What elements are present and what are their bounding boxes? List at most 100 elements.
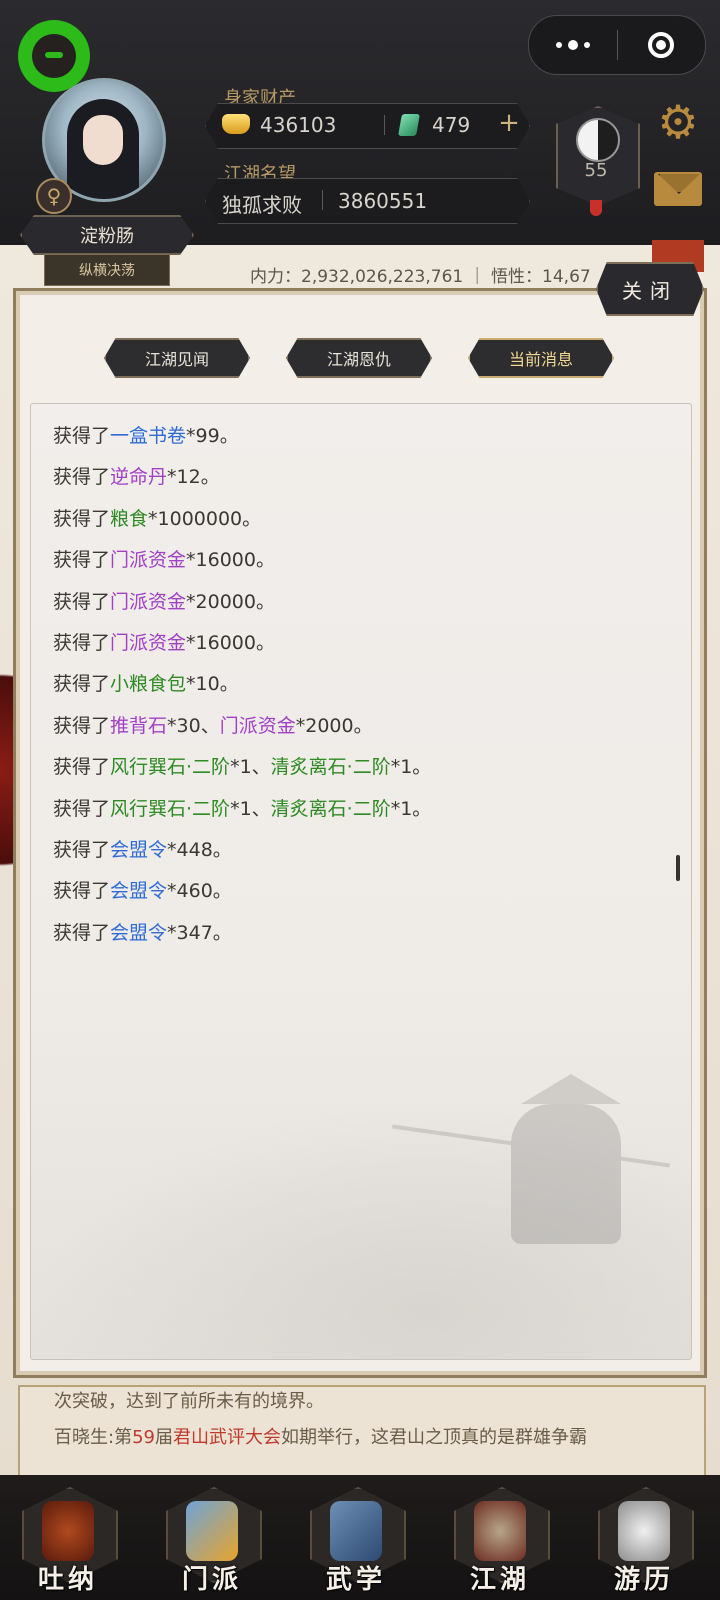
nav-label: 门派 [160, 1559, 264, 1596]
message-text: 获得了 [53, 715, 110, 737]
news-line-1: 次突破，达到了前所未有的境界。 [54, 1387, 324, 1413]
item-name: 推背石 [110, 715, 167, 737]
top-hud: ♀ 身家财产 436103 479 + 江湖名望 独孤求败 3860551 55… [0, 0, 720, 245]
nav-label: 江湖 [448, 1559, 552, 1596]
tassel-icon [590, 200, 602, 216]
stats-line: 内力：2,932,026,223,761 ｜ 悟性：14,67 [250, 262, 591, 287]
wealth-bar [205, 103, 530, 149]
message-text: *460。 [167, 880, 232, 902]
item-name: 会盟令 [110, 922, 167, 944]
message-text: *1。 [391, 756, 432, 778]
gear-icon[interactable]: ⚙ [654, 98, 702, 146]
mail-icon[interactable] [654, 172, 702, 206]
message-item: 获得了风行巽石·二阶*1、清炙离石·二阶*1。 [53, 789, 431, 830]
news-line-2: 百晓生:第59届君山武评大会如期举行，这君山之顶真的是群雄争霸 [54, 1423, 587, 1449]
message-item: 获得了推背石*30、门派资金*2000。 [53, 706, 431, 747]
message-text: *1000000。 [148, 508, 261, 530]
avatar-area[interactable]: ♀ [12, 78, 197, 223]
tab-jianghu-feuds[interactable]: 江湖恩仇 [286, 338, 432, 378]
nav-label: 游历 [592, 1559, 696, 1596]
item-name: 门派资金 [220, 715, 296, 737]
tab-jianghu-news[interactable]: 江湖见闻 [104, 338, 250, 378]
message-text: 获得了 [53, 549, 110, 571]
plus-icon[interactable]: + [496, 110, 522, 136]
message-text: 获得了 [53, 632, 110, 654]
message-text: 获得了 [53, 466, 110, 488]
sect-icon [186, 1501, 238, 1561]
message-item: 获得了会盟令*448。 [53, 830, 431, 871]
message-item: 获得了一盒书卷*99。 [53, 416, 431, 457]
message-text: *448。 [167, 839, 232, 861]
message-list-panel[interactable]: 获得了一盒书卷*99。获得了逆命丹*12。获得了粮食*1000000。获得了门派… [30, 403, 692, 1360]
nav-wuxue[interactable]: 武学 [310, 1487, 402, 1591]
message-item: 获得了门派资金*16000。 [53, 623, 431, 664]
message-text: 获得了 [53, 756, 110, 778]
reputation-divider [322, 190, 323, 210]
message-text: *20000。 [186, 591, 275, 613]
tab-current-messages[interactable]: 当前消息 [468, 338, 614, 378]
message-item: 获得了门派资金*16000。 [53, 540, 431, 581]
reputation-title: 独孤求败 [222, 189, 302, 218]
message-text: *1。 [391, 798, 432, 820]
nav-label: 武学 [304, 1559, 408, 1596]
message-text: *347。 [167, 922, 232, 944]
message-text: *30、 [167, 715, 220, 737]
close-button[interactable]: 关闭 [596, 262, 704, 316]
message-text: *2000。 [296, 715, 373, 737]
item-name: 一盒书卷 [110, 425, 186, 447]
item-name: 风行巽石·二阶 [110, 798, 230, 820]
message-item: 获得了门派资金*20000。 [53, 582, 431, 623]
meditation-icon [42, 1501, 94, 1561]
message-list: 获得了一盒书卷*99。获得了逆命丹*12。获得了粮食*1000000。获得了门派… [53, 416, 431, 954]
more-dots-icon[interactable] [529, 16, 617, 74]
message-text: 获得了 [53, 922, 110, 944]
player-name: 淀粉肠 [20, 215, 194, 255]
item-name: 粮食 [110, 508, 148, 530]
message-item: 获得了逆命丹*12。 [53, 457, 431, 498]
jade-amount: 479 [432, 113, 470, 137]
bottom-nav: 吐纳 门派 武学 江湖 游历 [0, 1475, 720, 1600]
news-ticker: 次突破，达到了前所未有的境界。 百晓生:第59届君山武评大会如期举行，这君山之顶… [18, 1385, 706, 1479]
target-close-icon[interactable] [618, 16, 706, 74]
nav-tuna[interactable]: 吐纳 [22, 1487, 114, 1591]
message-text: 获得了 [53, 508, 110, 530]
wealth-divider [384, 115, 385, 135]
item-name: 风行巽石·二阶 [110, 756, 230, 778]
item-name: 清炙离石·二阶 [271, 756, 391, 778]
message-item: 获得了粮食*1000000。 [53, 499, 431, 540]
item-name: 会盟令 [110, 880, 167, 902]
gender-female-icon: ♀ [36, 178, 72, 214]
message-text: 获得了 [53, 591, 110, 613]
item-name: 门派资金 [110, 632, 186, 654]
message-text: 获得了 [53, 880, 110, 902]
scrollbar[interactable] [676, 855, 680, 881]
message-item: 获得了会盟令*347。 [53, 913, 431, 954]
message-item: 获得了会盟令*460。 [53, 871, 431, 912]
nav-youli[interactable]: 游历 [598, 1487, 690, 1591]
nav-jianghu[interactable]: 江湖 [454, 1487, 546, 1591]
message-text: *1、 [230, 798, 271, 820]
martial-arts-icon [330, 1501, 382, 1561]
taiji-icon [576, 118, 620, 162]
message-text: *10。 [186, 673, 239, 695]
gold-ingot-icon [222, 114, 250, 134]
mini-program-capsule [528, 15, 706, 75]
message-text: *99。 [186, 425, 239, 447]
jianghu-icon [474, 1501, 526, 1561]
message-text: 获得了 [53, 673, 110, 695]
level-number: 55 [556, 160, 636, 181]
message-text: *12。 [167, 466, 220, 488]
item-name: 门派资金 [110, 549, 186, 571]
message-text: 获得了 [53, 839, 110, 861]
mini-program-logo-icon [18, 20, 90, 92]
item-name: 逆命丹 [110, 466, 167, 488]
nav-menpai[interactable]: 门派 [166, 1487, 258, 1591]
item-name: 会盟令 [110, 839, 167, 861]
message-text: 获得了 [53, 425, 110, 447]
message-item: 获得了小粮食包*10。 [53, 664, 431, 705]
fisherman-illustration [371, 1064, 671, 1304]
nav-label: 吐纳 [16, 1559, 120, 1596]
message-text: *16000。 [186, 549, 275, 571]
player-title: 纵横决荡 [44, 254, 170, 286]
message-text: *1、 [230, 756, 271, 778]
